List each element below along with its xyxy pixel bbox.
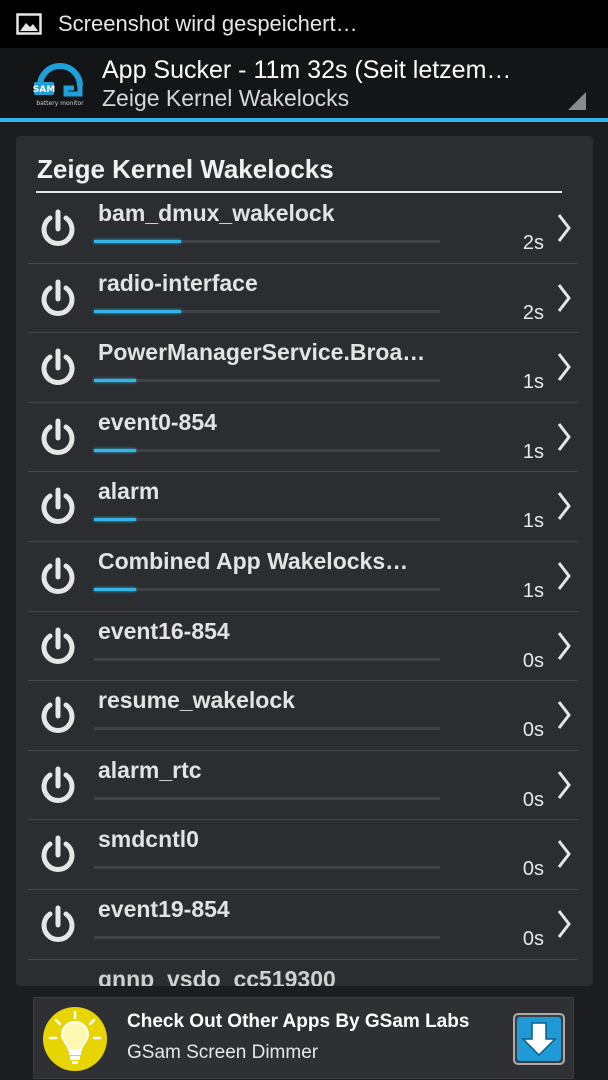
- wakelock-time: 1s: [522, 579, 544, 602]
- ad-subtitle[interactable]: GSam Screen Dimmer: [127, 1042, 318, 1064]
- usage-bar: [94, 727, 440, 731]
- usage-bar: [94, 657, 440, 661]
- wakelock-name: gnnp_vsdo_cc519300: [98, 965, 336, 986]
- usage-bar: [94, 309, 440, 313]
- wakelock-time: 2s: [522, 232, 544, 254]
- power-icon: [41, 487, 75, 525]
- app-title[interactable]: App Sucker - 11m 32s (Seit letzem…: [102, 56, 562, 85]
- power-icon: [41, 627, 75, 664]
- usage-bar: [94, 518, 440, 522]
- wakelock-row[interactable]: alarm_rtc 0s: [28, 751, 578, 821]
- wakelock-list: bam_dmux_wakelock 2s radio-interface 2s Powe…: [28, 194, 578, 986]
- wakelock-time: 0s: [522, 649, 544, 672]
- usage-bar-fill: [94, 309, 181, 313]
- wakelock-name: Combined App Wakelocks…: [98, 547, 409, 574]
- wakelock-name: alarm: [98, 478, 160, 505]
- usage-bar: [94, 587, 440, 591]
- wakelock-time: 1s: [522, 371, 544, 394]
- wakelock-name: radio-interface: [98, 269, 258, 296]
- wakelock-time: 0s: [522, 927, 544, 950]
- dropdown-indicator-icon[interactable]: [568, 92, 586, 110]
- power-icon: [41, 279, 75, 316]
- wakelock-name: event19-854: [98, 895, 230, 922]
- usage-bar: [94, 379, 440, 383]
- lightbulb-icon: [43, 1007, 107, 1071]
- wakelock-time: 0s: [522, 719, 544, 742]
- wakelock-row[interactable]: resume_wakelock 0s: [28, 681, 578, 751]
- chevron-right-icon[interactable]: [556, 630, 572, 662]
- image-icon: [16, 13, 42, 35]
- wakelock-time: 2s: [522, 301, 544, 324]
- wakelock-time: 1s: [522, 510, 544, 533]
- usage-bar-fill: [94, 379, 136, 383]
- wakelock-name: alarm_rtc: [98, 756, 202, 783]
- panel-title: Zeige Kernel Wakelocks: [37, 154, 334, 184]
- power-icon: [41, 348, 75, 386]
- usage-bar: [94, 796, 440, 800]
- usage-bar: [94, 866, 440, 870]
- download-icon[interactable]: [513, 1013, 565, 1065]
- wakelock-panel: Zeige Kernel Wakelocks bam_dmux_wakelock…: [16, 136, 593, 986]
- chevron-right-icon[interactable]: [556, 560, 572, 592]
- wakelock-row[interactable]: Combined App Wakelocks… 1s: [28, 542, 578, 612]
- wakelock-row[interactable]: event19-854 0s: [28, 890, 578, 960]
- power-icon: [41, 696, 75, 734]
- chevron-right-icon[interactable]: [556, 769, 572, 801]
- wakelock-name: smdcntl0: [98, 826, 199, 853]
- chevron-right-icon[interactable]: [556, 212, 572, 244]
- wakelock-row[interactable]: event16-854 0s: [28, 612, 578, 682]
- power-icon: [41, 766, 75, 803]
- action-bar-underline: [0, 118, 608, 122]
- usage-bar: [94, 240, 440, 243]
- ad-banner[interactable]: Check Out Other Apps By GSam Labs GSam S…: [33, 997, 574, 1079]
- power-icon: [41, 835, 75, 873]
- power-icon: [41, 905, 75, 942]
- wakelock-time: 0s: [522, 858, 544, 881]
- chevron-right-icon[interactable]: [556, 699, 572, 731]
- wakelock-row[interactable]: radio-interface 2s: [28, 264, 578, 334]
- wakelock-row[interactable]: smdcntl0 0s: [28, 820, 578, 890]
- action-bar[interactable]: SAM battery monitor App Sucker - 11m 32s…: [0, 48, 608, 118]
- power-icon: [41, 209, 75, 246]
- gsam-logo-icon: SAM battery monitor: [33, 63, 84, 107]
- wakelock-name: event0-854: [98, 408, 217, 435]
- chevron-right-icon[interactable]: [556, 282, 572, 314]
- usage-bar-fill: [94, 518, 136, 522]
- status-bar: Screenshot wird gespeichert…: [0, 0, 608, 48]
- usage-bar: [94, 935, 440, 939]
- wakelock-row[interactable]: PowerManagerService.Broa… 1s: [28, 333, 578, 403]
- usage-bar-fill: [94, 587, 136, 591]
- wakelock-name: resume_wakelock: [98, 687, 295, 714]
- wakelock-row[interactable]: event0-854 1s: [28, 403, 578, 473]
- chevron-right-icon[interactable]: [556, 838, 572, 870]
- usage-bar: [94, 448, 440, 452]
- usage-bar-fill: [94, 448, 136, 452]
- logo-caption: battery monitor: [36, 100, 84, 107]
- chevron-right-icon[interactable]: [556, 351, 572, 383]
- status-text: Screenshot wird gespeichert…: [58, 11, 358, 36]
- wakelock-name: PowerManagerService.Broa…: [98, 339, 426, 366]
- power-icon: [41, 557, 75, 594]
- power-icon: [41, 418, 75, 455]
- wakelock-row-partial[interactable]: gnnp_vsdo_cc519300: [28, 960, 578, 986]
- chevron-right-icon[interactable]: [556, 421, 572, 453]
- ad-title[interactable]: Check Out Other Apps By GSam Labs: [127, 1011, 469, 1033]
- wakelock-name: event16-854: [98, 617, 230, 644]
- panel-divider: [36, 191, 562, 193]
- chevron-right-icon[interactable]: [556, 908, 572, 940]
- wakelock-time: 1s: [522, 440, 544, 463]
- view-subtitle[interactable]: Zeige Kernel Wakelocks: [102, 85, 349, 112]
- wakelock-row[interactable]: alarm 1s: [28, 472, 578, 542]
- usage-bar-fill: [94, 240, 181, 243]
- wakelock-row[interactable]: bam_dmux_wakelock 2s: [28, 194, 578, 264]
- wakelock-name: bam_dmux_wakelock: [98, 200, 335, 226]
- wakelock-time: 0s: [522, 788, 544, 811]
- chevron-right-icon[interactable]: [556, 490, 572, 522]
- logo-text: SAM: [33, 85, 55, 95]
